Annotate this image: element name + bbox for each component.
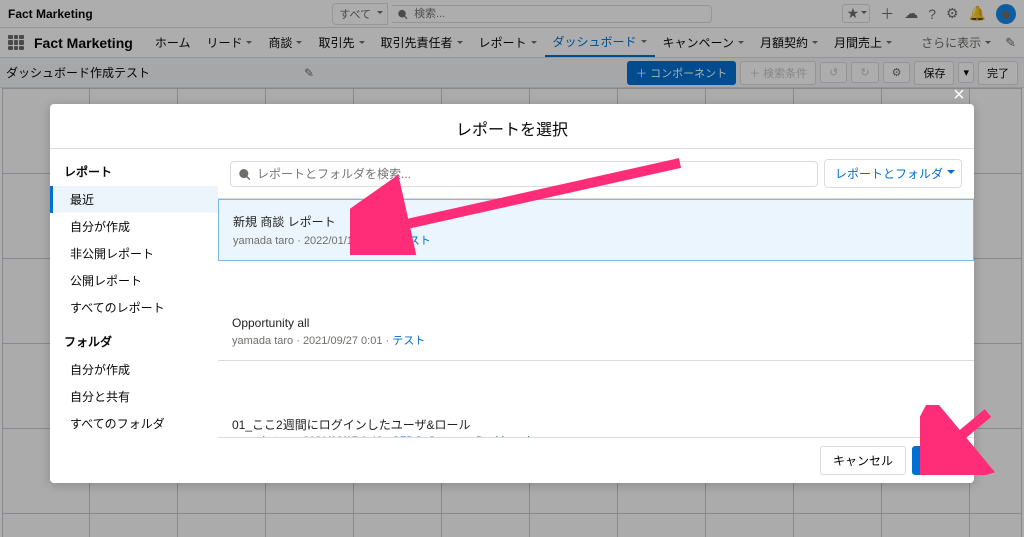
select-button[interactable]: 選択 bbox=[912, 446, 962, 475]
sidebar-item-public[interactable]: 公開レポート bbox=[50, 267, 218, 294]
report-row-title: 新規 商談 レポート bbox=[233, 213, 959, 230]
reports-folders-dropdown[interactable]: レポートとフォルダ bbox=[824, 159, 962, 188]
modal-sidebar: レポート 最近 自分が作成 非公開レポート 公開レポート すべてのレポート フォ… bbox=[50, 149, 218, 483]
report-row-sub: yamada taro · 2021/09/27 0:01 · テスト bbox=[232, 332, 960, 348]
sidebar-item-folders-mine[interactable]: 自分が作成 bbox=[50, 356, 218, 383]
sidebar-item-all-reports[interactable]: すべてのレポート bbox=[50, 294, 218, 321]
modal-footer: キャンセル 選択 bbox=[218, 437, 974, 483]
report-row[interactable]: 01_ここ2週間にログインしたユーザ&ロール yamada taro · 202… bbox=[218, 403, 974, 437]
sidebar-heading-folders: フォルダ bbox=[50, 329, 218, 356]
report-list: 新規 商談 レポート yamada taro · 2022/01/11 11:3… bbox=[218, 198, 974, 437]
select-report-modal: レポートを選択 レポート 最近 自分が作成 非公開レポート 公開レポート すべて… bbox=[50, 104, 974, 483]
sidebar-item-folders-shared[interactable]: 自分と共有 bbox=[50, 383, 218, 410]
cancel-button[interactable]: キャンセル bbox=[820, 446, 906, 475]
sidebar-heading-reports: レポート bbox=[50, 159, 218, 186]
report-row[interactable]: 新規 商談 レポート yamada taro · 2022/01/11 11:3… bbox=[218, 199, 974, 261]
report-row-title: 01_ここ2週間にログインしたユーザ&ロール bbox=[232, 416, 960, 433]
report-row-title: Opportunity all bbox=[232, 316, 960, 330]
sidebar-item-folders-all[interactable]: すべてのフォルダ bbox=[50, 410, 218, 437]
report-search-input[interactable] bbox=[230, 161, 818, 187]
report-row[interactable]: Opportunity all yamada taro · 2021/09/27… bbox=[218, 303, 974, 361]
modal-main: レポートとフォルダ 新規 商談 レポート yamada taro · 2022/… bbox=[218, 149, 974, 483]
close-modal-button[interactable]: × bbox=[948, 84, 970, 106]
sidebar-item-created-by-me[interactable]: 自分が作成 bbox=[50, 213, 218, 240]
sidebar-item-private[interactable]: 非公開レポート bbox=[50, 240, 218, 267]
modal-title: レポートを選択 bbox=[50, 104, 974, 148]
sidebar-item-recent[interactable]: 最近 bbox=[50, 186, 218, 213]
report-row-sub: yamada taro · 2022/01/11 11:34 · テスト bbox=[233, 232, 959, 248]
